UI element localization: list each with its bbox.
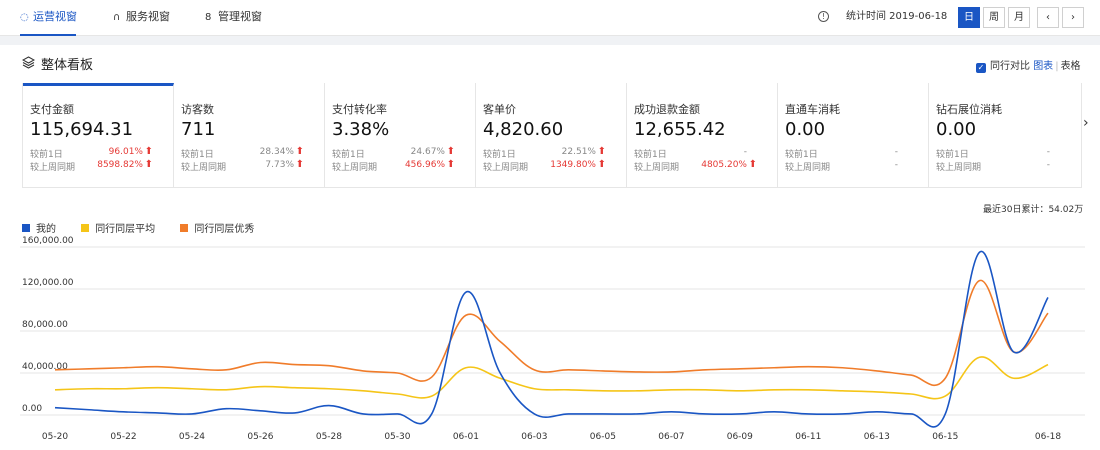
info-icon[interactable]: ! [818, 11, 829, 22]
y-tick-label: 40,000.00 [22, 362, 68, 372]
x-tick-label: 05-28 [316, 432, 342, 442]
y-tick-label: 0.00 [22, 404, 42, 414]
tab-operations-view[interactable]: ◌ 运营视窗 [20, 0, 77, 36]
x-tick-label: 05-30 [384, 432, 410, 442]
manage-icon: 8 [205, 12, 212, 23]
tab-management-view[interactable]: 8 管理视窗 [205, 0, 262, 36]
line-chart: 0.00 40,000.00 80,000.00 120,000.00 160,000.… [20, 236, 1085, 442]
tab-service-label: 服务视窗 [126, 10, 170, 23]
x-tick-label: 06-01 [453, 432, 479, 442]
dashboard-icon: ◌ [20, 12, 29, 23]
x-tick-label: 06-05 [590, 432, 616, 442]
tab-management-label: 管理视窗 [218, 10, 262, 23]
x-tick-label: 05-24 [179, 432, 205, 442]
top-nav-bar: ◌ 运营视窗 ∩ 服务视窗 8 管理视窗 ! 统计时间 2019-06-18 日 周 … [0, 0, 1100, 36]
x-tick-label: 06-13 [864, 432, 890, 442]
tab-operations-label: 运营视窗 [33, 10, 77, 23]
x-tick-label: 05-26 [247, 432, 273, 442]
overview-panel: 整体看板 ✓ 同行对比 图表 | 表格 支付金额 115,694.31 较前1日 96.… [0, 45, 1100, 450]
x-tick-label: 05-20 [42, 432, 68, 442]
x-tick-label: 06-18 [1035, 432, 1061, 442]
tab-service-view[interactable]: ∩ 服务视窗 [113, 0, 170, 36]
x-tick-label: 06-09 [727, 432, 753, 442]
prev-date-button[interactable]: ‹ [1037, 7, 1059, 28]
period-week-button[interactable]: 周 [983, 7, 1005, 28]
period-day-button[interactable]: 日 [958, 7, 980, 28]
series-line-mine [54, 250, 1049, 428]
x-tick-label: 06-07 [658, 432, 684, 442]
series-line-peer-average [54, 356, 1049, 400]
x-tick-label: 06-03 [521, 432, 547, 442]
y-tick-label: 120,000.00 [22, 278, 74, 288]
x-tick-label: 05-22 [110, 432, 136, 442]
y-tick-label: 160,000.00 [22, 236, 74, 246]
headset-icon: ∩ [113, 12, 121, 23]
next-date-button[interactable]: › [1062, 7, 1084, 28]
y-tick-label: 80,000.00 [22, 320, 68, 330]
series-line-peer-excellent [54, 279, 1049, 386]
stat-time: 统计时间 2019-06-18 [846, 11, 948, 22]
period-month-button[interactable]: 月 [1008, 7, 1030, 28]
x-tick-label: 06-15 [932, 432, 958, 442]
x-tick-label: 06-11 [795, 432, 821, 442]
